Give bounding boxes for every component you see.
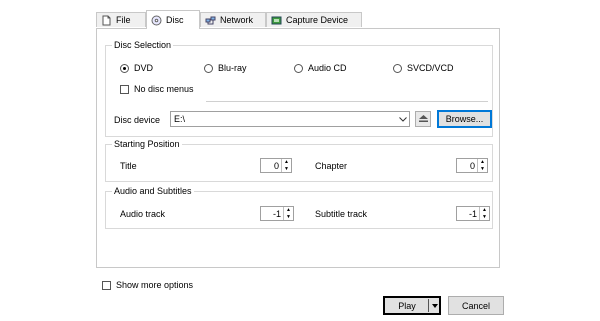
radio-dvd-indicator xyxy=(120,63,129,73)
play-button[interactable]: Play xyxy=(383,296,441,315)
disc-device-value: E:\ xyxy=(174,114,186,124)
cancel-button-label: Cancel xyxy=(461,300,490,311)
no-disc-menus-checkbox[interactable]: No disc menus xyxy=(120,84,194,94)
browse-button-label: Browse... xyxy=(445,114,484,124)
subtitle-track-label: Subtitle track xyxy=(315,209,368,219)
audio-subtitles-group: Audio and Subtitles Audio track -1 ▲ ▼ Su… xyxy=(105,186,493,229)
audio-track-spinbox[interactable]: -1 ▲ ▼ xyxy=(260,206,294,221)
spin-down-icon: ▼ xyxy=(480,165,485,172)
radio-blu-ray-indicator xyxy=(204,63,213,73)
radio-dvd-label: DVD xyxy=(134,63,154,73)
radio-svcd-vcd[interactable]: SVCD/VCD xyxy=(393,63,454,73)
tab-file-label: File xyxy=(116,15,131,25)
play-options-dropdown[interactable] xyxy=(428,299,440,312)
open-media-dialog: File Disc Network Capture Device Disc Se… xyxy=(0,0,600,321)
chapter-label: Chapter xyxy=(315,161,348,171)
show-more-options-box xyxy=(102,280,111,290)
disc-selection-group: Disc Selection DVD Blu-ray Audio CD SVCD… xyxy=(105,40,493,137)
spin-down-icon: ▼ xyxy=(286,213,291,220)
show-more-options-label: Show more options xyxy=(116,280,194,290)
network-icon xyxy=(205,15,216,26)
tab-disc[interactable]: Disc xyxy=(146,10,200,29)
starting-position-title: Starting Position xyxy=(112,139,182,149)
no-disc-menus-label: No disc menus xyxy=(134,84,194,94)
browse-button[interactable]: Browse... xyxy=(437,110,492,128)
tab-capture-device[interactable]: Capture Device xyxy=(266,12,362,27)
disc-tab-panel: Disc Selection DVD Blu-ray Audio CD SVCD… xyxy=(96,28,500,268)
radio-blu-ray[interactable]: Blu-ray xyxy=(204,63,247,73)
tab-capture-device-label: Capture Device xyxy=(286,15,349,25)
disc-device-label: Disc device xyxy=(114,115,161,125)
title-label: Title xyxy=(120,161,137,171)
radio-svcd-vcd-indicator xyxy=(393,63,402,73)
starting-position-group: Starting Position Title 0 ▲ ▼ Chapter 0 ▲… xyxy=(105,139,493,182)
spin-down-icon: ▼ xyxy=(284,165,289,172)
title-spinbox[interactable]: 0 ▲ ▼ xyxy=(260,158,292,173)
radio-blu-ray-label: Blu-ray xyxy=(218,63,247,73)
eject-button[interactable] xyxy=(415,111,431,127)
file-icon xyxy=(101,15,112,26)
audio-track-value: -1 xyxy=(272,208,281,219)
radio-audio-cd-label: Audio CD xyxy=(308,63,347,73)
radio-audio-cd-indicator xyxy=(294,63,303,73)
chapter-value: 0 xyxy=(469,160,475,171)
audio-subtitles-title: Audio and Subtitles xyxy=(112,186,194,196)
cancel-button[interactable]: Cancel xyxy=(448,296,504,315)
tab-network[interactable]: Network xyxy=(200,12,266,27)
eject-icon xyxy=(418,114,429,125)
capture-device-icon xyxy=(271,15,282,26)
chapter-spin-buttons[interactable]: ▲ ▼ xyxy=(477,159,487,172)
spin-down-icon: ▼ xyxy=(482,213,487,220)
tab-disc-label: Disc xyxy=(166,15,184,25)
chevron-down-icon xyxy=(397,112,409,126)
disc-device-select[interactable]: E:\ xyxy=(170,111,410,127)
subtitle-track-spinbox[interactable]: -1 ▲ ▼ xyxy=(456,206,490,221)
disc-selection-title: Disc Selection xyxy=(112,40,174,50)
chevron-down-icon xyxy=(431,303,438,308)
tab-bar: File Disc Network Capture Device xyxy=(96,10,500,29)
show-more-options-checkbox[interactable]: Show more options xyxy=(102,280,193,290)
disc-icon xyxy=(151,15,162,26)
title-value: 0 xyxy=(273,160,279,171)
no-disc-menus-box xyxy=(120,84,129,94)
subtitle-track-value: -1 xyxy=(468,208,477,219)
radio-audio-cd[interactable]: Audio CD xyxy=(294,63,347,73)
separator-line xyxy=(206,101,488,102)
tab-network-label: Network xyxy=(220,15,254,25)
chapter-spinbox[interactable]: 0 ▲ ▼ xyxy=(456,158,488,173)
title-spin-buttons[interactable]: ▲ ▼ xyxy=(281,159,291,172)
subtitle-track-spin-buttons[interactable]: ▲ ▼ xyxy=(479,207,489,220)
tab-file[interactable]: File xyxy=(96,12,146,27)
radio-svcd-vcd-label: SVCD/VCD xyxy=(407,63,454,73)
audio-track-label: Audio track xyxy=(120,209,166,219)
radio-dvd[interactable]: DVD xyxy=(120,63,153,73)
audio-track-spin-buttons[interactable]: ▲ ▼ xyxy=(283,207,293,220)
play-button-label: Play xyxy=(398,300,416,311)
